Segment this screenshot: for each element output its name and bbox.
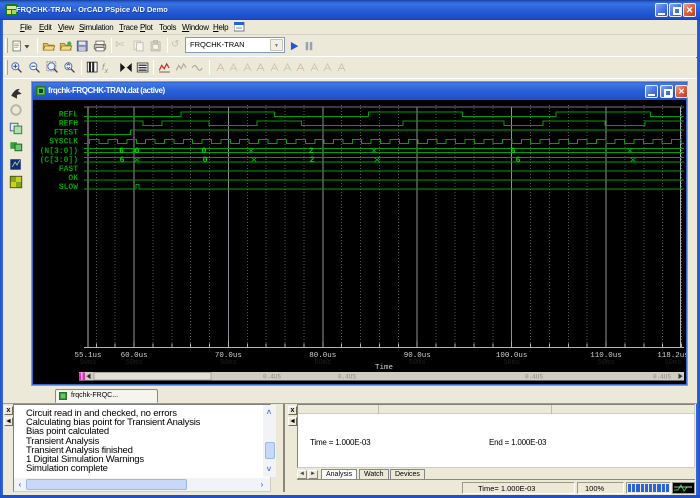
svg-text:50ms: 50ms (80, 359, 97, 367)
svg-text:SLOW: SLOW (59, 183, 78, 192)
svg-text:0: 0 (135, 147, 140, 156)
svg-text:50ms: 50ms (503, 359, 520, 367)
svg-text:50ms: 50ms (598, 359, 615, 367)
svg-text:0.4US: 0.4US (653, 374, 671, 381)
svg-text:50ms: 50ms (314, 359, 331, 367)
svg-text:(N[3:0]): (N[3:0]) (40, 147, 78, 156)
svg-text:FAST: FAST (59, 165, 78, 174)
svg-text:OK: OK (68, 174, 78, 183)
svg-text:0.4US: 0.4US (525, 374, 543, 381)
svg-text:50ms: 50ms (665, 359, 682, 367)
svg-text:0.4US: 0.4US (263, 374, 281, 381)
svg-text:REFL: REFL (59, 110, 78, 119)
svg-text:SYSCLK: SYSCLK (49, 138, 78, 147)
svg-text:0.4US: 0.4US (338, 374, 356, 381)
svg-text:Time: Time (375, 364, 393, 372)
svg-text:0: 0 (202, 147, 207, 156)
svg-text:FTEST: FTEST (54, 129, 78, 138)
svg-text:50ms: 50ms (126, 359, 143, 367)
svg-text:6: 6 (119, 147, 124, 156)
svg-text:6: 6 (516, 156, 521, 165)
svg-text:2: 2 (310, 156, 315, 165)
svg-text:(C[3:0]): (C[3:0]) (40, 156, 78, 165)
svg-text:REFH: REFH (59, 120, 78, 129)
svg-text:50ms: 50ms (409, 359, 426, 367)
svg-text:6: 6 (511, 147, 516, 156)
svg-text:0: 0 (203, 156, 208, 165)
svg-text:6: 6 (120, 156, 125, 165)
svg-text:50ms: 50ms (220, 359, 237, 367)
svg-text:2: 2 (309, 147, 314, 156)
